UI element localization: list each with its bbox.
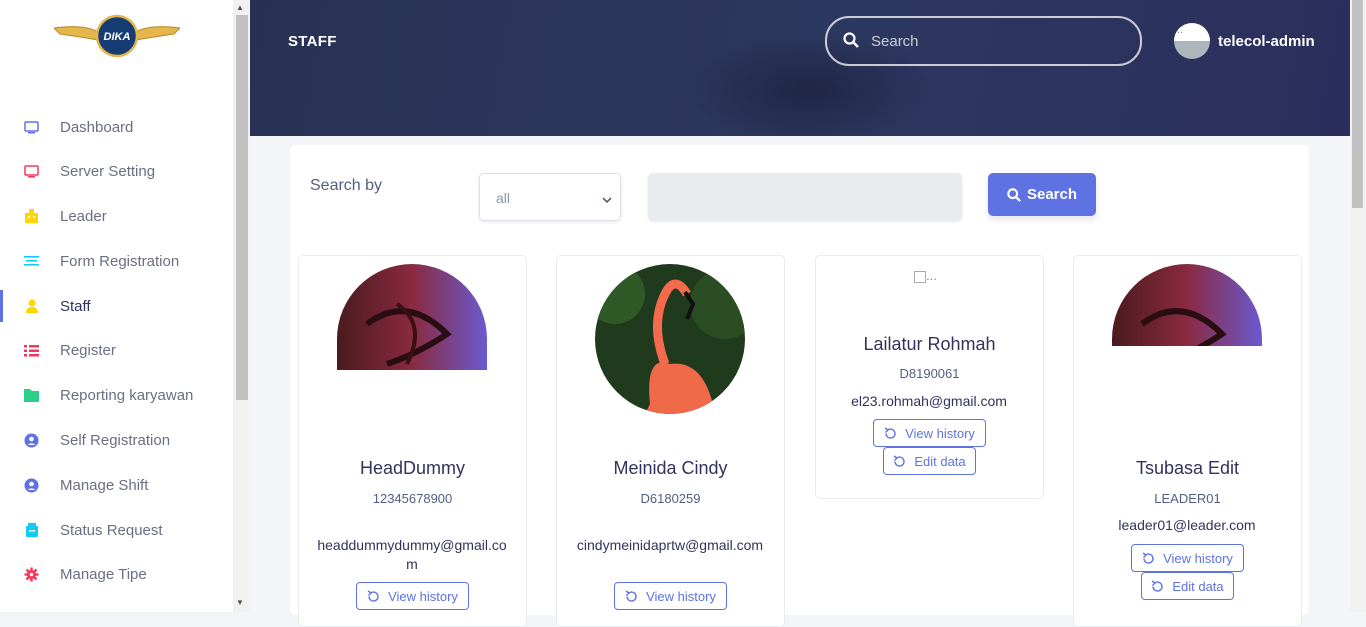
staff-email: cindymeinidaprtw@gmail.com (576, 537, 764, 553)
staff-photo (337, 264, 487, 370)
header-search[interactable] (825, 16, 1142, 66)
sidebar-item-label: Manage Shift (60, 476, 149, 494)
user-icon (23, 298, 40, 315)
history-icon (893, 454, 906, 468)
staff-photo (595, 264, 745, 414)
view-history-label: View history (388, 588, 458, 604)
sidebar-item-label: Leader (60, 207, 107, 225)
view-history-button[interactable]: View history (873, 419, 986, 447)
edit-data-button[interactable]: Edit data (1141, 572, 1234, 600)
view-history-button[interactable]: View history (1131, 544, 1244, 572)
page-header: STAFF ... telecol-admin (250, 0, 1350, 136)
tv-icon (23, 163, 40, 180)
staff-card: Tsubasa Edit LEADER01 leader01@leader.co… (1073, 255, 1302, 627)
select-value: all (496, 190, 511, 206)
search-by-select[interactable]: all (479, 173, 621, 221)
staff-name: Tsubasa Edit (1135, 458, 1240, 478)
svg-text:DIKA: DIKA (104, 31, 131, 43)
monitor-icon (23, 119, 40, 136)
sidebar-item-label: Server Setting (60, 162, 156, 180)
staff-photo (1112, 264, 1262, 346)
chevron-down-icon (602, 191, 612, 207)
scroll-up-arrow-icon[interactable]: ▲ (236, 3, 244, 12)
user-circle-icon (23, 477, 40, 494)
view-history-label: View history (646, 588, 716, 604)
user-menu[interactable]: ... telecol-admin (1174, 23, 1315, 59)
sidebar-item-label: Staff (60, 297, 91, 315)
broken-image-alt: ... (1174, 23, 1210, 41)
archive-icon (23, 522, 40, 539)
sidebar-item-register[interactable]: Register (0, 330, 233, 370)
edit-data-label: Edit data (914, 453, 966, 469)
building-icon (23, 208, 40, 225)
sidebar-item-manage-tipe[interactable]: Manage Tipe (0, 554, 233, 594)
page-scrollbar-thumb[interactable] (1352, 0, 1363, 208)
staff-card: HeadDummy 12345678900 headdummydummy@gma… (298, 255, 527, 627)
sidebar-item-dashboard[interactable]: Dashboard (0, 107, 233, 147)
sidebar-item-label: Dashboard (60, 118, 134, 136)
edit-data-label: Edit data (1172, 578, 1224, 594)
staff-id: D8190061 (899, 366, 960, 381)
search-button[interactable]: Search (988, 173, 1096, 216)
history-icon (625, 589, 638, 603)
history-icon (1151, 579, 1164, 593)
sidebar-item-leader[interactable]: Leader (0, 196, 233, 236)
search-icon (843, 32, 859, 53)
sidebar-item-label: Status Request (60, 521, 163, 539)
align-left-icon (23, 253, 40, 270)
sidebar: DIKA Dashboard Server Setting Leader For… (0, 0, 233, 612)
search-button-label: Search (1026, 186, 1078, 203)
sidebar-item-reporting-karyawan[interactable]: Reporting karyawan (0, 375, 233, 415)
sidebar-item-label: Form Registration (60, 252, 180, 270)
search-keyword-input[interactable] (648, 173, 962, 221)
page-title: STAFF (288, 33, 337, 50)
view-history-label: View history (1163, 550, 1233, 566)
sidebar-item-server-setting[interactable]: Server Setting (0, 151, 233, 191)
sidebar-item-form-registration[interactable]: Form Registration (0, 241, 233, 281)
broken-photo: ... (914, 268, 937, 283)
sidebar-item-staff[interactable]: Staff (0, 286, 233, 326)
folder-icon (23, 387, 40, 404)
dika-logo[interactable]: DIKA (52, 14, 182, 58)
staff-id: LEADER01 (1154, 491, 1221, 506)
user-circle-icon (23, 432, 40, 449)
staff-name: Meinida Cindy (613, 458, 728, 478)
search-input[interactable] (869, 30, 1113, 52)
gear-icon (23, 566, 40, 583)
username[interactable]: telecol-admin (1218, 33, 1315, 50)
staff-id: 12345678900 (372, 491, 453, 506)
sidebar-item-label: Self Registration (60, 431, 171, 449)
broken-image-icon (914, 270, 926, 283)
staff-name: HeadDummy (359, 458, 466, 478)
staff-email: leader01@leader.com (1118, 517, 1256, 533)
sidebar-item-manage-shift[interactable]: Manage Shift (0, 465, 233, 505)
view-history-label: View history (905, 425, 975, 441)
staff-id: D6180259 (640, 491, 701, 506)
view-history-button[interactable]: View history (356, 582, 469, 610)
history-icon (367, 589, 380, 603)
scroll-down-arrow-icon[interactable]: ▼ (236, 598, 244, 607)
view-history-button[interactable]: View history (614, 582, 727, 610)
sidebar-item-label: Manage Tipe (60, 565, 147, 583)
sidebar-scrollbar-thumb[interactable] (236, 15, 248, 400)
sidebar-item-self-registration[interactable]: Self Registration (0, 420, 233, 460)
search-by-label: Search by (310, 177, 383, 194)
search-icon (1007, 187, 1021, 202)
sidebar-item-label: Register (60, 341, 116, 359)
avatar[interactable]: ... (1174, 23, 1210, 59)
list-icon (23, 342, 40, 359)
staff-card: Meinida Cindy D6180259 cindymeinidaprtw@… (556, 255, 785, 627)
sidebar-item-label: Reporting karyawan (60, 386, 194, 404)
staff-email: el23.rohmah@gmail.com (851, 393, 1007, 409)
edit-data-button[interactable]: Edit data (883, 447, 976, 475)
sidebar-item-status-request[interactable]: Status Request (0, 510, 233, 550)
history-icon (884, 426, 897, 440)
history-icon (1142, 551, 1155, 565)
staff-email: headdummydummy@gmail.com (317, 537, 507, 572)
staff-card: ... Lailatur Rohmah D8190061 el23.rohmah… (815, 255, 1044, 499)
staff-name: Lailatur Rohmah (863, 334, 996, 354)
